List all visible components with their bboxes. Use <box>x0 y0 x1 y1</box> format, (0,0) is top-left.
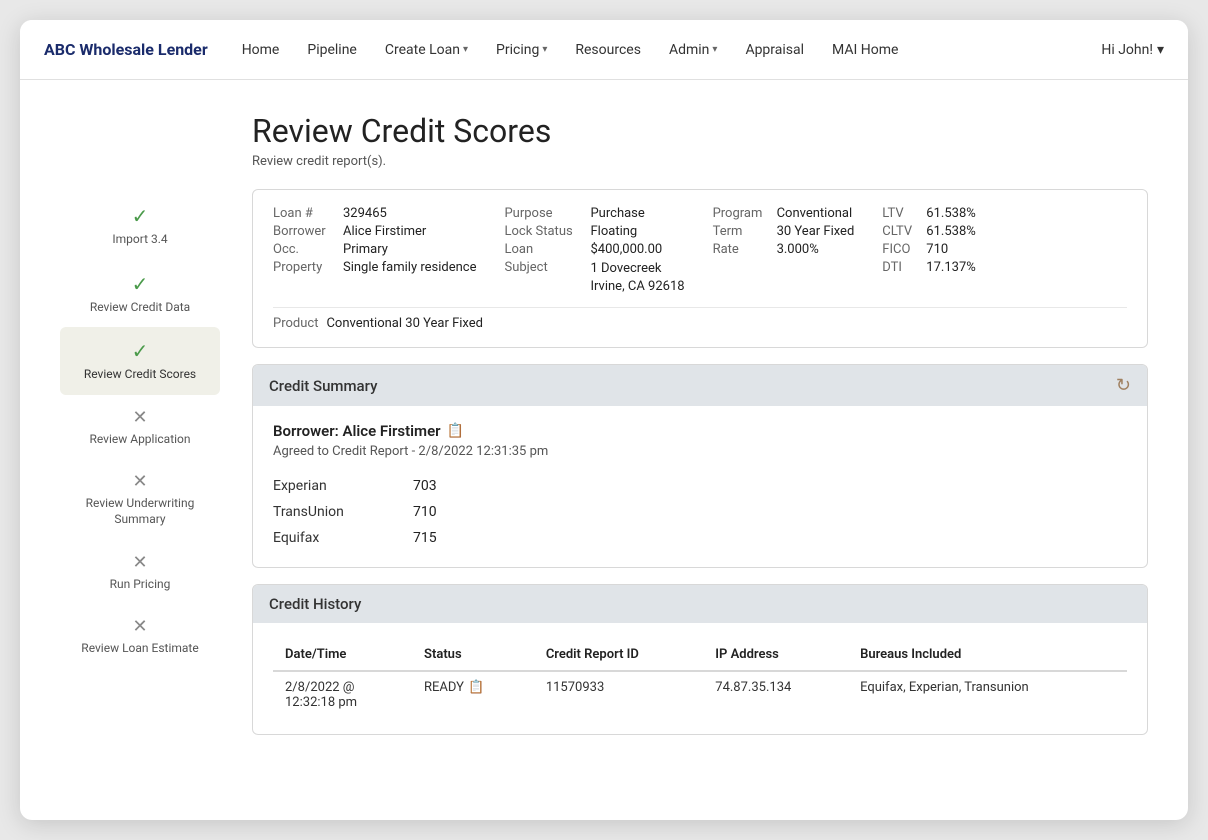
nav-user[interactable]: Hi John! ▾ <box>1101 42 1164 58</box>
cross-icon: ✕ <box>132 552 147 573</box>
nav-admin[interactable]: Admin ▾ <box>659 36 727 64</box>
sidebar-item-review-application[interactable]: ✕ Review Application <box>60 395 220 460</box>
loan-value-subject: 1 DovecreekIrvine, CA 92618 <box>590 260 684 296</box>
score-row-transunion: TransUnion 710 <box>273 499 1127 525</box>
credit-history-title: Credit History <box>269 595 361 613</box>
borrower-name: Borrower: Alice Firstimer 📋 <box>273 422 1127 440</box>
sidebar-item-run-pricing[interactable]: ✕ Run Pricing <box>60 540 220 605</box>
credit-history-header: Credit History <box>253 585 1147 623</box>
cross-icon: ✕ <box>132 407 147 428</box>
loan-label-rate: Rate <box>713 242 769 257</box>
col-ip-address: IP Address <box>703 639 848 671</box>
history-credit-report-id: 11570933 <box>534 671 703 718</box>
loan-label-property: Property <box>273 260 335 275</box>
history-row: 2/8/2022 @12:32:18 pm READY 📋 11570933 7… <box>273 671 1127 718</box>
loan-label-cltv: CLTV <box>882 224 918 239</box>
sidebar-item-review-credit-data[interactable]: ✓ Review Credit Data <box>60 260 220 328</box>
col-bureaus: Bureaus Included <box>848 639 1127 671</box>
nav-pipeline[interactable]: Pipeline <box>297 36 367 64</box>
loan-info-card: Loan # 329465 Borrower Alice Firstimer O… <box>252 189 1148 348</box>
agreed-text: Agreed to Credit Report - 2/8/2022 12:31… <box>273 444 1127 459</box>
loan-label-program: Program <box>713 206 769 221</box>
loan-value-rate: 3.000% <box>777 242 819 257</box>
credit-history-panel: Credit History Date/Time Status Credit R… <box>252 584 1148 735</box>
loan-value-product: Conventional 30 Year Fixed <box>326 316 483 331</box>
loan-label-occ: Occ. <box>273 242 335 257</box>
check-icon: ✓ <box>132 272 149 296</box>
loan-label-borrower: Borrower <box>273 224 335 239</box>
history-ip-address: 74.87.35.134 <box>703 671 848 718</box>
loan-value-term: 30 Year Fixed <box>777 224 855 239</box>
refresh-icon[interactable]: ↻ <box>1116 375 1131 396</box>
nav-appraisal[interactable]: Appraisal <box>735 36 814 64</box>
history-datetime: 2/8/2022 @12:32:18 pm <box>273 671 412 718</box>
loan-value-occ: Primary <box>343 242 388 257</box>
document-icon: 📋 <box>468 680 484 695</box>
loan-label-lockstatus: Lock Status <box>504 224 582 239</box>
loan-label-number: Loan # <box>273 206 335 221</box>
page-subtitle: Review credit report(s). <box>252 154 1148 169</box>
loan-value-fico: 710 <box>926 242 948 257</box>
main-content: ✓ Import 3.4 ✓ Review Credit Data ✓ Revi… <box>20 80 1188 783</box>
credit-scores-table: Experian 703 TransUnion 710 Equifax 715 <box>273 473 1127 551</box>
nav-create-loan[interactable]: Create Loan ▾ <box>375 36 478 64</box>
brand-logo[interactable]: ABC Wholesale Lender <box>44 40 208 59</box>
loan-value-property: Single family residence <box>343 260 476 275</box>
loan-label-ltv: LTV <box>882 206 918 221</box>
cross-icon: ✕ <box>132 471 147 492</box>
check-icon: ✓ <box>132 204 149 228</box>
loan-label-loan: Loan <box>504 242 582 257</box>
col-credit-report-id: Credit Report ID <box>534 639 703 671</box>
credit-summary-body: Borrower: Alice Firstimer 📋 Agreed to Cr… <box>253 406 1147 567</box>
loan-label-fico: FICO <box>882 242 918 257</box>
score-row-experian: Experian 703 <box>273 473 1127 499</box>
history-bureaus: Equifax, Experian, Transunion <box>848 671 1127 718</box>
nav-home[interactable]: Home <box>232 36 290 64</box>
loan-label-dti: DTI <box>882 260 918 275</box>
sidebar-item-import[interactable]: ✓ Import 3.4 <box>60 192 220 260</box>
loan-value-borrower: Alice Firstimer <box>343 224 426 239</box>
col-datetime: Date/Time <box>273 639 412 671</box>
loan-value-number: 329465 <box>343 206 387 221</box>
loan-value-purpose: Purchase <box>590 206 644 221</box>
loan-label-term: Term <box>713 224 769 239</box>
credit-summary-title: Credit Summary <box>269 377 377 395</box>
page-area: Review Credit Scores Review credit repor… <box>252 112 1148 751</box>
navbar: ABC Wholesale Lender Home Pipeline Creat… <box>20 20 1188 80</box>
status-badge: READY 📋 <box>424 680 484 695</box>
credit-history-body: Date/Time Status Credit Report ID IP Add… <box>253 623 1147 734</box>
col-status: Status <box>412 639 534 671</box>
page-title: Review Credit Scores <box>252 112 1148 150</box>
loan-value-cltv: 61.538% <box>926 224 975 239</box>
loan-value-program: Conventional <box>777 206 853 221</box>
nav-pricing[interactable]: Pricing ▾ <box>486 36 557 64</box>
loan-value-dti: 17.137% <box>926 260 975 275</box>
loan-label-product: Product <box>273 316 318 331</box>
check-icon: ✓ <box>132 339 149 363</box>
history-status: READY 📋 <box>412 671 534 718</box>
loan-label-purpose: Purpose <box>504 206 582 221</box>
loan-value-ltv: 61.538% <box>926 206 975 221</box>
loan-value-lockstatus: Floating <box>590 224 637 239</box>
nav-resources[interactable]: Resources <box>565 36 651 64</box>
history-table: Date/Time Status Credit Report ID IP Add… <box>273 639 1127 718</box>
document-icon: 📋 <box>447 423 464 439</box>
credit-summary-header: Credit Summary ↻ <box>253 365 1147 406</box>
cross-icon: ✕ <box>132 616 147 637</box>
sidebar-item-review-underwriting[interactable]: ✕ Review Underwriting Summary <box>60 459 220 539</box>
sidebar-item-review-loan-estimate[interactable]: ✕ Review Loan Estimate <box>60 604 220 669</box>
loan-value-loan: $400,000.00 <box>590 242 662 257</box>
credit-summary-panel: Credit Summary ↻ Borrower: Alice Firstim… <box>252 364 1148 568</box>
loan-label-subject: Subject <box>504 260 582 296</box>
sidebar-item-review-credit-scores[interactable]: ✓ Review Credit Scores <box>60 327 220 395</box>
score-row-equifax: Equifax 715 <box>273 525 1127 551</box>
nav-mai-home[interactable]: MAI Home <box>822 36 908 64</box>
sidebar: ✓ Import 3.4 ✓ Review Credit Data ✓ Revi… <box>60 192 220 751</box>
